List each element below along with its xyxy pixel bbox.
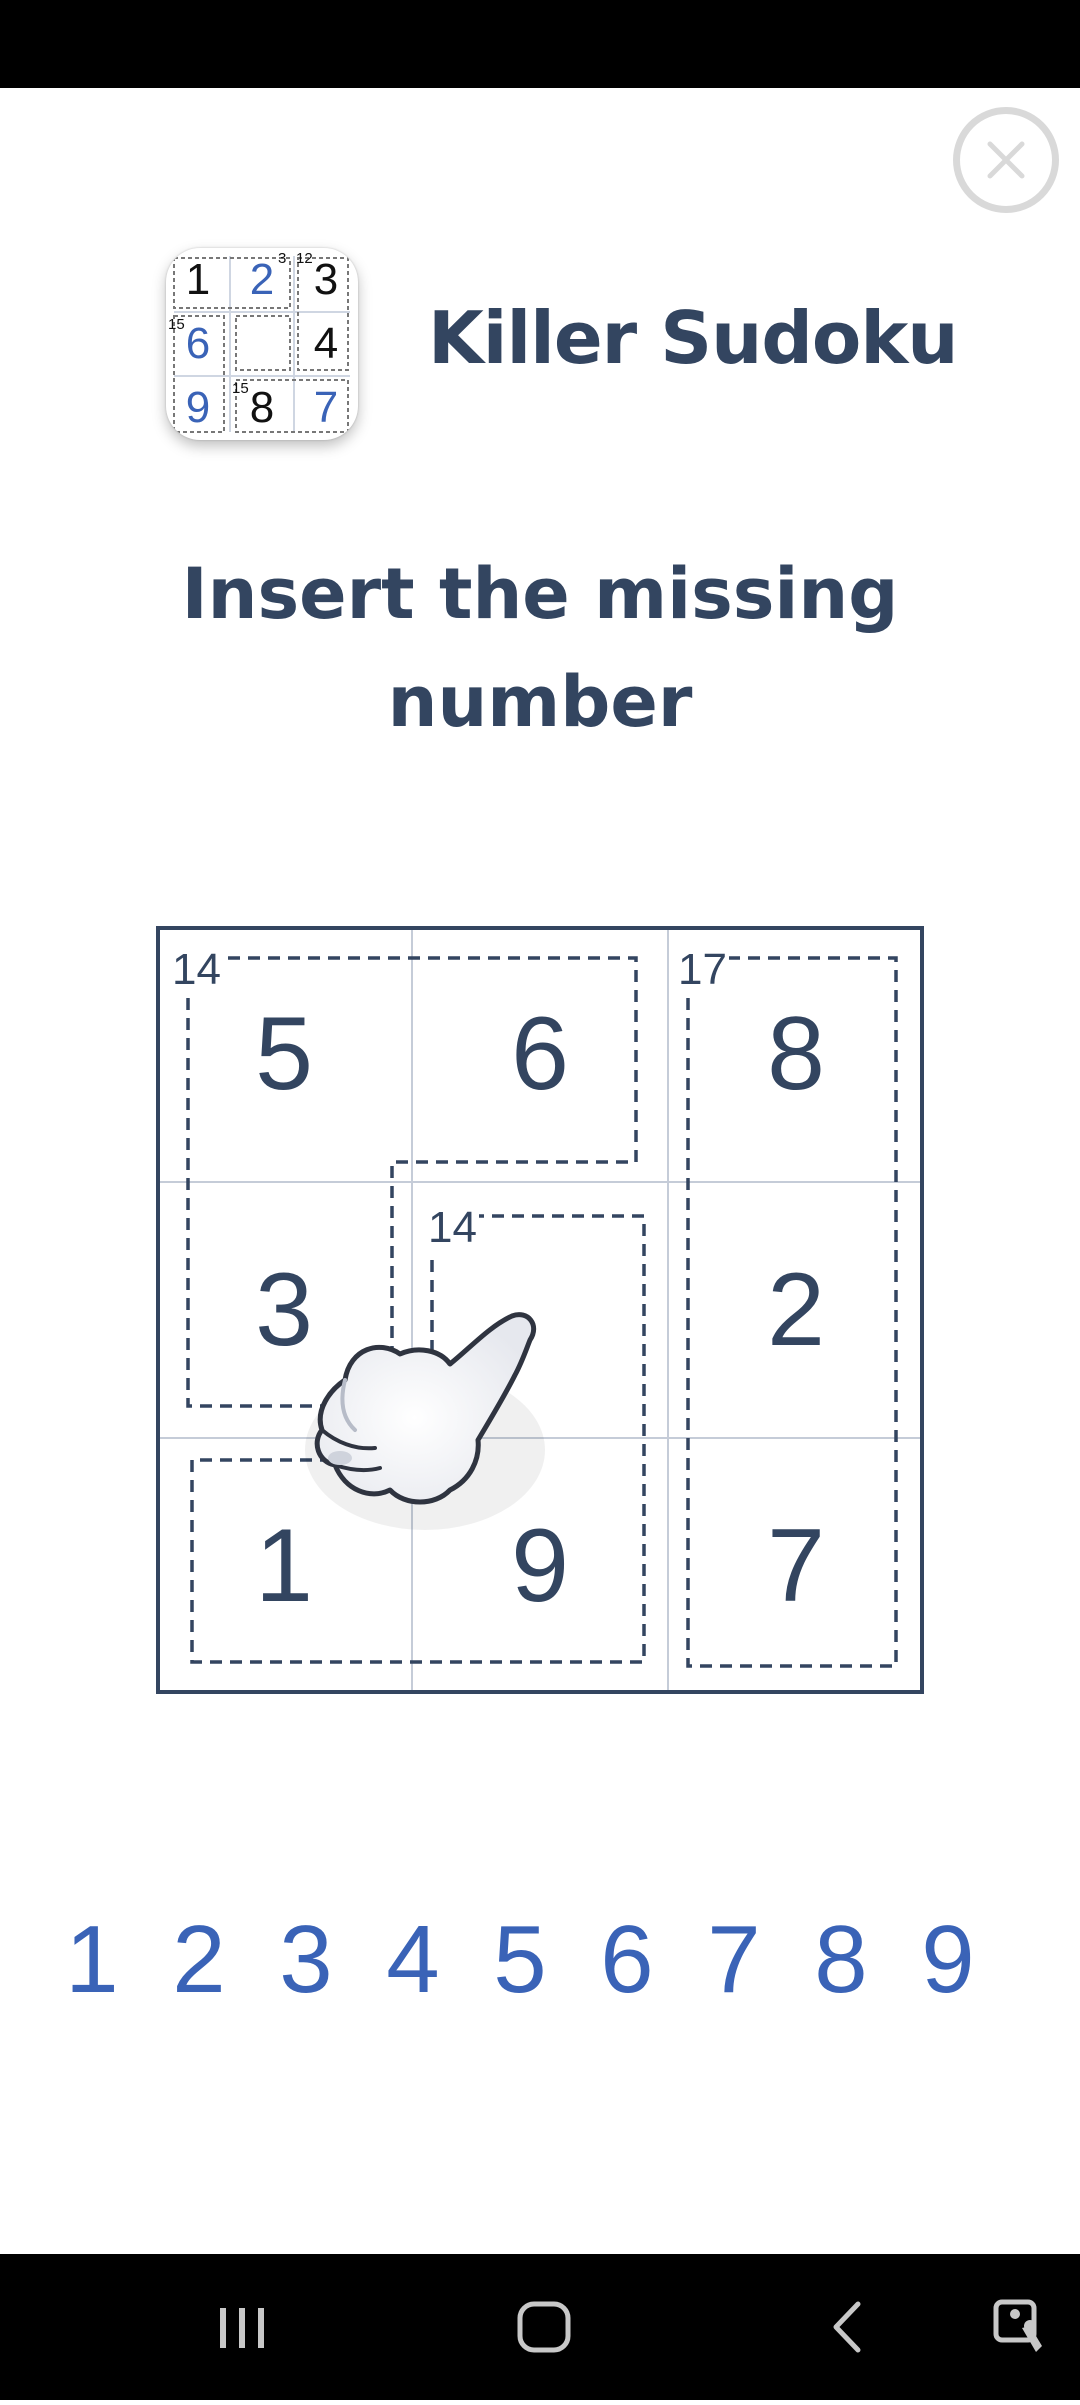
logo-cell-7: 9: [185, 383, 211, 432]
logo-cage-sum: 15: [168, 316, 185, 333]
digit-button-5[interactable]: 5: [470, 1900, 570, 2020]
logo-cell-5: [232, 314, 292, 374]
tutorial-instruction: Insert the missing number: [181, 553, 899, 743]
board-cell[interactable]: 7: [670, 1440, 922, 1692]
logo-cell-9: 7: [313, 383, 339, 432]
logo-cage-sum: 12: [296, 250, 313, 267]
accessibility-icon: [993, 2299, 1042, 2352]
digit-button-6[interactable]: 6: [577, 1900, 677, 2020]
game-launcher-icon: [0, 2254, 120, 2400]
digit-button-7[interactable]: 7: [684, 1900, 784, 2020]
number-pad: 1 2 3 4 5 6 7 8 9: [50, 1900, 1010, 2020]
close-button[interactable]: [953, 107, 1059, 213]
digit-button-2[interactable]: 2: [149, 1900, 249, 2020]
cage-sum: 17: [676, 945, 729, 994]
cage-sum: 14: [426, 1203, 479, 1252]
app-title: Killer Sudoku: [428, 296, 959, 380]
home-button[interactable]: [484, 2254, 604, 2400]
system-nav-bar: [0, 2254, 1080, 2400]
board-cell[interactable]: 6: [414, 928, 666, 1180]
back-icon: [833, 2301, 861, 2353]
digit-button-9[interactable]: 9: [898, 1900, 998, 2020]
recent-apps-icon: [220, 2308, 264, 2348]
cage-sum: 14: [170, 945, 223, 994]
logo-cell-1: 1: [185, 255, 211, 304]
recent-apps-button[interactable]: [182, 2254, 302, 2400]
digit-button-3[interactable]: 3: [256, 1900, 356, 2020]
digit-button-1[interactable]: 1: [42, 1900, 142, 2020]
logo-cage-sum: 15: [232, 380, 249, 397]
board-cell[interactable]: 2: [670, 1184, 922, 1436]
logo-cage-sum: 3: [278, 250, 287, 267]
close-icon: [987, 141, 1025, 179]
logo-cell-6: 4: [313, 319, 339, 368]
back-button[interactable]: [786, 2254, 906, 2400]
digit-button-4[interactable]: 4: [363, 1900, 463, 2020]
game-launcher-button[interactable]: [0, 2254, 120, 2400]
home-icon: [517, 2301, 571, 2353]
pointing-hand-icon: [300, 1300, 560, 1530]
accessibility-button[interactable]: [960, 2254, 1080, 2400]
digit-button-8[interactable]: 8: [791, 1900, 891, 2020]
app-logo: 1 2 3 6 4 9 8 7 3 12 15 15: [166, 248, 358, 440]
status-bar: [0, 0, 1080, 88]
